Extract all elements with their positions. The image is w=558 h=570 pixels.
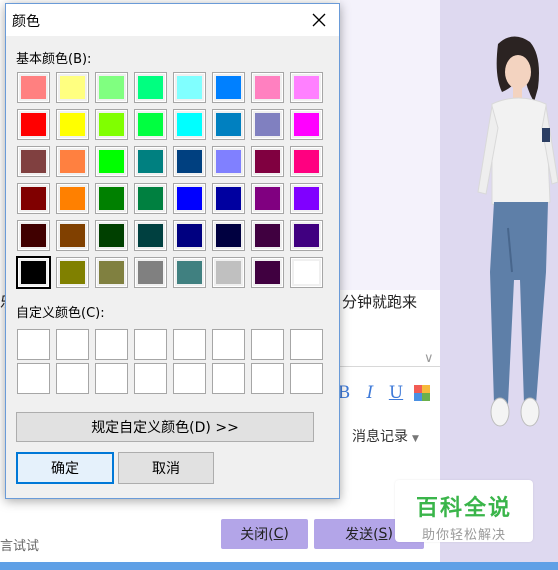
basic-color-swatch[interactable] bbox=[56, 109, 89, 140]
basic-color-swatch[interactable] bbox=[212, 257, 245, 288]
custom-color-swatch[interactable] bbox=[173, 363, 206, 394]
basic-color-swatch[interactable] bbox=[17, 146, 50, 177]
custom-color-swatch[interactable] bbox=[212, 363, 245, 394]
basic-color-swatch[interactable] bbox=[95, 109, 128, 140]
basic-color-swatch[interactable] bbox=[251, 109, 284, 140]
close-chat-key: C bbox=[273, 526, 284, 542]
basic-color-swatch[interactable] bbox=[251, 220, 284, 251]
define-custom-colors-button[interactable]: 规定自定义颜色(D) >> bbox=[16, 412, 314, 442]
watermark: 百科全说 助你轻松解决 bbox=[395, 480, 533, 543]
basic-color-swatch[interactable] bbox=[251, 72, 284, 103]
watermark-subtitle: 助你轻松解决 bbox=[421, 528, 506, 543]
basic-color-swatch[interactable] bbox=[251, 146, 284, 177]
custom-color-swatch[interactable] bbox=[17, 329, 50, 360]
color-dialog: 颜色 基本颜色(B): 自定义颜色(C): 规定自定义颜色(D) >> 确定 取… bbox=[5, 3, 340, 499]
basic-color-swatch[interactable] bbox=[212, 72, 245, 103]
basic-color-swatch[interactable] bbox=[134, 146, 167, 177]
basic-color-swatch[interactable] bbox=[290, 257, 323, 288]
basic-colors-grid bbox=[16, 72, 323, 289]
custom-color-swatch[interactable] bbox=[95, 363, 128, 394]
basic-color-swatch[interactable] bbox=[173, 109, 206, 140]
close-chat-paren: ) bbox=[283, 526, 289, 542]
custom-color-swatch[interactable] bbox=[134, 363, 167, 394]
input-divider bbox=[340, 366, 440, 367]
character-illustration bbox=[477, 36, 558, 427]
watermark-title: 百科全说 bbox=[415, 496, 512, 521]
basic-color-swatch[interactable] bbox=[134, 72, 167, 103]
collapse-chevron-icon[interactable]: ∨ bbox=[424, 351, 434, 366]
basic-color-swatch[interactable] bbox=[134, 109, 167, 140]
custom-color-swatch[interactable] bbox=[134, 329, 167, 360]
basic-color-swatch[interactable] bbox=[251, 183, 284, 214]
custom-color-swatch[interactable] bbox=[56, 329, 89, 360]
basic-color-swatch[interactable] bbox=[173, 72, 206, 103]
basic-color-swatch[interactable] bbox=[290, 183, 323, 214]
basic-color-swatch[interactable] bbox=[173, 220, 206, 251]
basic-color-swatch[interactable] bbox=[95, 257, 128, 288]
basic-color-swatch[interactable] bbox=[173, 183, 206, 214]
custom-color-swatch[interactable] bbox=[290, 363, 323, 394]
custom-colors-label: 自定义颜色(C): bbox=[16, 306, 105, 321]
underline-button[interactable]: U bbox=[388, 383, 404, 403]
dropdown-arrow-icon: ▼ bbox=[412, 434, 419, 444]
ok-button[interactable]: 确定 bbox=[16, 452, 114, 484]
basic-color-swatch[interactable] bbox=[134, 183, 167, 214]
basic-color-swatch[interactable] bbox=[212, 109, 245, 140]
basic-color-swatch[interactable] bbox=[56, 257, 89, 288]
basic-color-swatch[interactable] bbox=[17, 220, 50, 251]
basic-color-swatch[interactable] bbox=[16, 256, 51, 289]
custom-color-swatch[interactable] bbox=[95, 329, 128, 360]
custom-color-swatch[interactable] bbox=[173, 329, 206, 360]
color-tiles-icon[interactable] bbox=[414, 385, 430, 401]
message-history-button[interactable]: 消息记录 ▼ bbox=[352, 426, 419, 446]
basic-color-swatch[interactable] bbox=[17, 183, 50, 214]
custom-color-swatch[interactable] bbox=[212, 329, 245, 360]
basic-color-swatch[interactable] bbox=[212, 183, 245, 214]
basic-color-swatch[interactable] bbox=[95, 220, 128, 251]
custom-color-swatch[interactable] bbox=[251, 363, 284, 394]
message-history-label: 消息记录 bbox=[352, 429, 408, 445]
chat-area-panel bbox=[340, 0, 440, 290]
format-toolbar: B I U bbox=[336, 383, 430, 403]
basic-color-swatch[interactable] bbox=[56, 183, 89, 214]
basic-color-swatch[interactable] bbox=[290, 72, 323, 103]
basic-color-swatch[interactable] bbox=[95, 72, 128, 103]
basic-color-swatch[interactable] bbox=[173, 146, 206, 177]
basic-color-swatch[interactable] bbox=[56, 146, 89, 177]
basic-color-swatch[interactable] bbox=[290, 146, 323, 177]
close-chat-button[interactable]: 关闭(C) bbox=[221, 519, 308, 549]
basic-color-swatch[interactable] bbox=[134, 257, 167, 288]
basic-color-swatch[interactable] bbox=[56, 72, 89, 103]
close-chat-text: 关闭( bbox=[240, 527, 274, 543]
basic-color-swatch[interactable] bbox=[17, 109, 50, 140]
basic-color-swatch[interactable] bbox=[134, 220, 167, 251]
basic-color-swatch[interactable] bbox=[17, 72, 50, 103]
custom-color-swatch[interactable] bbox=[17, 363, 50, 394]
custom-color-swatch[interactable] bbox=[251, 329, 284, 360]
basic-color-swatch[interactable] bbox=[95, 146, 128, 177]
send-key: S bbox=[378, 526, 388, 542]
custom-color-swatch[interactable] bbox=[290, 329, 323, 360]
basic-color-swatch[interactable] bbox=[251, 257, 284, 288]
dialog-titlebar[interactable]: 颜色 bbox=[6, 4, 339, 36]
basic-color-swatch[interactable] bbox=[173, 257, 206, 288]
basic-color-swatch[interactable] bbox=[290, 220, 323, 251]
taskbar-strip bbox=[0, 562, 558, 570]
close-icon[interactable] bbox=[307, 8, 331, 32]
send-paren: ) bbox=[387, 526, 393, 542]
dialog-title: 颜色 bbox=[12, 14, 40, 30]
basic-color-swatch[interactable] bbox=[95, 183, 128, 214]
send-text: 发送( bbox=[345, 527, 379, 543]
custom-color-swatch[interactable] bbox=[56, 363, 89, 394]
cancel-button[interactable]: 取消 bbox=[118, 452, 214, 484]
basic-color-swatch[interactable] bbox=[290, 109, 323, 140]
basic-color-swatch[interactable] bbox=[212, 146, 245, 177]
basic-colors-label: 基本颜色(B): bbox=[16, 52, 92, 67]
custom-colors-grid bbox=[17, 329, 323, 394]
chat-message-fragment: 分钟就跑来 bbox=[342, 293, 418, 311]
italic-button[interactable]: I bbox=[362, 383, 378, 403]
basic-color-swatch[interactable] bbox=[56, 220, 89, 251]
basic-color-swatch[interactable] bbox=[212, 220, 245, 251]
chat-hint-fragment: 言试试 bbox=[0, 539, 40, 554]
